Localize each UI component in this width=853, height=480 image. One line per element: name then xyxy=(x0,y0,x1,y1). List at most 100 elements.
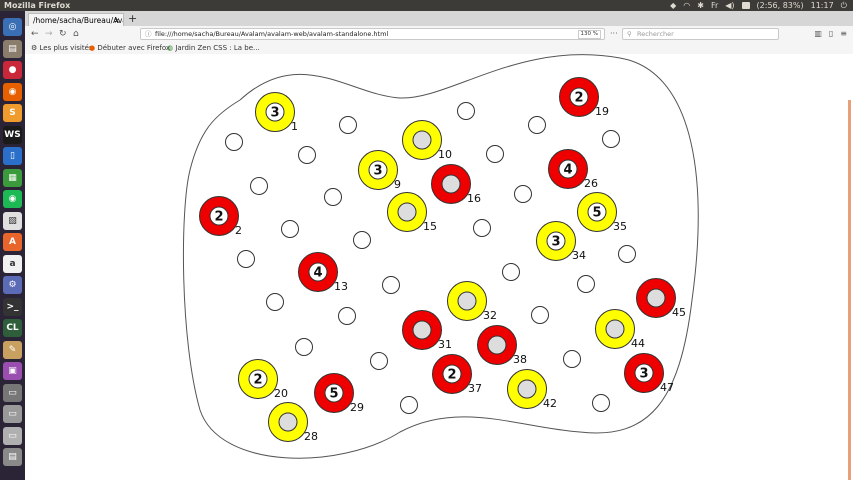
piece-37[interactable]: 2 37 xyxy=(432,354,483,396)
piece-19[interactable]: 2 19 xyxy=(559,77,610,119)
calc-icon[interactable]: ▦ xyxy=(3,168,22,187)
empty-cell[interactable] xyxy=(225,133,243,151)
piece-47[interactable]: 3 47 xyxy=(624,353,675,395)
spotify-icon[interactable]: ◉ xyxy=(3,190,22,208)
empty-cell[interactable] xyxy=(339,116,357,134)
piece-32[interactable]: 32 xyxy=(447,281,498,323)
battery-status[interactable]: (2:56, 83%) xyxy=(757,0,804,11)
empty-cell[interactable] xyxy=(486,145,504,163)
files-icon[interactable]: ▤ xyxy=(3,39,22,58)
piece-29[interactable]: 5 29 xyxy=(314,373,365,415)
url-bar[interactable]: ⓘ file:///home/sacha/Bureau/Avalam/avala… xyxy=(140,28,605,40)
terminal-icon[interactable]: >_ xyxy=(3,297,22,316)
empty-cell[interactable] xyxy=(250,177,268,195)
empty-cell[interactable] xyxy=(457,102,475,120)
keyboard-layout[interactable]: Fr xyxy=(711,0,718,11)
clock[interactable]: 11:17 xyxy=(811,0,834,11)
battery-icon[interactable] xyxy=(741,2,750,9)
empty-cell[interactable] xyxy=(592,394,610,412)
bookmark-css-zen[interactable]: ◍ Jardin Zen CSS : La be... xyxy=(167,42,260,54)
stack-height-label: 2 xyxy=(253,373,262,388)
dropbox-icon[interactable]: ◆ xyxy=(670,0,676,11)
empty-cell[interactable] xyxy=(602,130,620,148)
back-icon[interactable]: ← xyxy=(31,27,39,41)
piece-44[interactable]: 44 xyxy=(595,309,646,351)
package-icon[interactable]: ▧ xyxy=(3,211,22,230)
piece-42[interactable]: 42 xyxy=(507,369,558,411)
empty-cell[interactable] xyxy=(382,276,400,294)
wifi-icon[interactable]: ◠ xyxy=(683,0,690,11)
piece-13[interactable]: 4 13 xyxy=(298,252,349,294)
piece-15[interactable]: 15 xyxy=(387,192,438,234)
bookmark-most-visited[interactable]: ⚙ Les plus visités xyxy=(31,42,93,54)
piece-26[interactable]: 4 26 xyxy=(548,149,599,191)
firefox-icon[interactable]: ◉ xyxy=(3,82,22,101)
piece-28[interactable]: 28 xyxy=(268,402,319,444)
empty-cell[interactable] xyxy=(502,263,520,281)
drive-icon[interactable]: ▭ xyxy=(3,405,22,423)
red-app-icon[interactable]: ● xyxy=(3,61,22,79)
webstorm-icon[interactable]: WS xyxy=(3,125,22,144)
monitor-icon[interactable]: ▣ xyxy=(3,362,22,380)
piece-index-label: 15 xyxy=(423,220,437,233)
disk-icon[interactable]: ▭ xyxy=(3,383,22,402)
close-tab-icon[interactable]: × xyxy=(114,14,120,26)
piece-31[interactable]: 31 xyxy=(402,310,453,352)
reload-icon[interactable]: ↻ xyxy=(59,27,67,41)
empty-cell[interactable] xyxy=(237,250,255,268)
piece-45[interactable]: 45 xyxy=(636,278,687,320)
piece-2[interactable]: 22 xyxy=(199,196,243,238)
forward-icon[interactable]: → xyxy=(45,27,53,41)
empty-cell[interactable] xyxy=(514,185,532,203)
editor-icon[interactable]: ✎ xyxy=(3,340,22,359)
empty-cell[interactable] xyxy=(353,231,371,249)
empty-cell[interactable] xyxy=(618,245,636,263)
library-icon[interactable]: ▥ xyxy=(814,27,822,41)
search-bar[interactable]: ⚲ Rechercher xyxy=(622,28,779,40)
settings-icon[interactable]: ⚙ xyxy=(3,276,22,294)
more-actions-icon[interactable]: ··· xyxy=(610,27,618,41)
software-icon[interactable]: A xyxy=(3,233,22,251)
menu-icon[interactable]: ≡ xyxy=(840,27,847,41)
empty-cell[interactable] xyxy=(281,220,299,238)
empty-cell[interactable] xyxy=(295,338,313,356)
piece-9[interactable]: 39 xyxy=(358,150,402,192)
writer-icon[interactable]: ▯ xyxy=(3,147,22,165)
empty-cell[interactable] xyxy=(528,116,546,134)
piece-16[interactable]: 16 xyxy=(431,164,482,206)
dash-icon[interactable]: ◎ xyxy=(3,18,22,36)
page-scrollbar[interactable] xyxy=(848,100,851,480)
empty-cell[interactable] xyxy=(266,293,284,311)
home-icon[interactable]: ⌂ xyxy=(73,27,79,41)
empty-cell[interactable] xyxy=(563,350,581,368)
piece-20[interactable]: 2 20 xyxy=(238,359,289,401)
url-text[interactable]: file:///home/sacha/Bureau/Avalam/avalam-… xyxy=(155,29,388,39)
empty-cell[interactable] xyxy=(531,306,549,324)
sidebar-icon[interactable]: ▯ xyxy=(829,27,833,41)
piece-35[interactable]: 5 35 xyxy=(577,192,628,234)
empty-cell[interactable] xyxy=(577,275,595,293)
empty-cell[interactable] xyxy=(324,188,342,206)
empty-cell[interactable] xyxy=(473,219,491,237)
empty-cell[interactable] xyxy=(338,307,356,325)
empty-cell[interactable] xyxy=(370,352,388,370)
amazon-icon[interactable]: a xyxy=(3,254,22,273)
piece-38[interactable]: 38 xyxy=(477,325,528,367)
info-icon[interactable]: ⓘ xyxy=(145,29,152,39)
piece-1[interactable]: 31 xyxy=(255,92,299,134)
piece-34[interactable]: 3 34 xyxy=(536,221,587,263)
empty-cell[interactable] xyxy=(298,146,316,164)
drive2-icon[interactable]: ▭ xyxy=(3,426,22,445)
empty-cell[interactable] xyxy=(400,396,418,414)
cl-icon[interactable]: CL xyxy=(3,319,22,337)
trash-icon[interactable]: ▤ xyxy=(3,448,22,466)
piece-10[interactable]: 10 xyxy=(402,120,453,162)
sublime-icon[interactable]: S xyxy=(3,104,22,122)
new-tab-button[interactable]: + xyxy=(128,11,137,26)
power-icon[interactable]: ⏻ xyxy=(841,0,847,11)
bluetooth-icon[interactable]: ✱ xyxy=(697,0,704,11)
zoom-indicator[interactable]: 130 % xyxy=(577,30,601,39)
sound-icon[interactable]: ◀) xyxy=(725,0,734,11)
tab-active[interactable]: /home/sacha/Bureau/Avala × xyxy=(28,13,124,26)
bookmark-getting-started[interactable]: ● Débuter avec Firefox xyxy=(89,42,170,54)
